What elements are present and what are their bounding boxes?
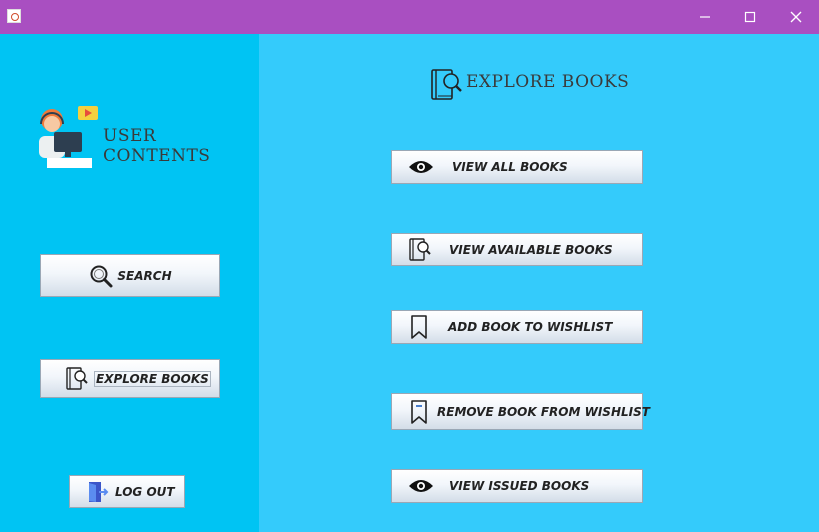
maximize-button[interactable] <box>727 0 773 34</box>
book-search-icon <box>431 69 462 100</box>
book-search-icon <box>64 366 90 392</box>
view-all-books-button[interactable]: VIEW ALL BOOKS <box>391 150 643 184</box>
close-icon <box>790 11 802 23</box>
door-exit-icon <box>86 480 110 504</box>
bookmark-icon <box>408 314 430 340</box>
minimize-icon <box>700 16 710 18</box>
add-to-wishlist-label: ADD BOOK TO WISHLIST <box>448 320 613 334</box>
search-icon <box>88 263 114 289</box>
eye-icon <box>408 478 434 494</box>
view-available-books-label: VIEW AVAILABLE BOOKS <box>449 242 613 257</box>
explore-books-heading: EXPLORE BOOKS <box>466 72 630 92</box>
user-computer-icon <box>39 106 98 168</box>
logout-button[interactable]: LOG OUT <box>69 475 185 508</box>
book-search-icon <box>407 237 433 263</box>
eye-icon <box>408 159 434 175</box>
explore-books-button-label: EXPLORE BOOKS <box>94 370 211 387</box>
view-issued-books-button[interactable]: VIEW ISSUED BOOKS <box>391 469 643 503</box>
java-app-icon <box>7 9 21 23</box>
close-button[interactable] <box>773 0 819 34</box>
window-titlebar[interactable] <box>0 0 819 34</box>
view-all-books-label: VIEW ALL BOOKS <box>452 160 568 174</box>
user-contents-panel: USER CONTENTS SEARCH EXPLORE BOOKS LOG O… <box>0 34 259 532</box>
explore-books-panel: EXPLORE BOOKS VIEW ALL BOOKS VIEW AVAILA… <box>259 34 819 532</box>
explore-books-button[interactable]: EXPLORE BOOKS <box>40 359 220 398</box>
view-available-books-button[interactable]: VIEW AVAILABLE BOOKS <box>391 233 643 266</box>
logout-button-label: LOG OUT <box>115 484 175 499</box>
remove-from-wishlist-label: REMOVE BOOK FROM WISHLIST <box>437 404 650 419</box>
add-to-wishlist-button[interactable]: ADD BOOK TO WISHLIST <box>391 310 643 344</box>
search-button[interactable]: SEARCH <box>40 254 220 297</box>
bookmark-remove-icon <box>408 399 430 425</box>
view-issued-books-label: VIEW ISSUED BOOKS <box>449 479 590 493</box>
search-button-label: SEARCH <box>117 268 172 283</box>
minimize-button[interactable] <box>682 0 728 34</box>
user-contents-heading: USER CONTENTS <box>103 126 211 166</box>
maximize-icon <box>744 11 756 23</box>
remove-from-wishlist-button[interactable]: REMOVE BOOK FROM WISHLIST <box>391 393 650 430</box>
